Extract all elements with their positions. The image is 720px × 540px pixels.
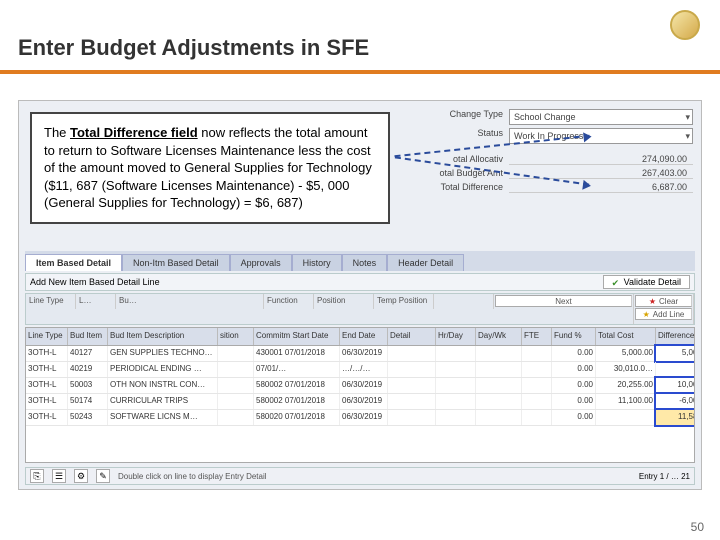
table-row[interactable]: 3OTH-L50243SOFTWARE LICNS M…580020 07/01…	[26, 410, 694, 426]
change-type-label: Change Type	[433, 109, 503, 125]
validate-detail-button[interactable]: Validate Detail	[603, 275, 690, 289]
filter-bu[interactable]: Bu…	[116, 294, 264, 309]
clear-button[interactable]: Clear	[635, 295, 692, 307]
filter-position[interactable]: Position	[314, 294, 374, 309]
tab-notes[interactable]: Notes	[342, 254, 388, 271]
tab-bar: Item Based Detail Non-Itm Based Detail A…	[25, 251, 695, 271]
add-icon	[643, 310, 650, 319]
title-divider	[0, 70, 720, 74]
add-new-line-label: Add New Item Based Detail Line	[30, 277, 599, 287]
table-row[interactable]: 3OTH-L40219PERIODICAL ENDING … 07/01/……/…	[26, 362, 694, 378]
tab-approvals[interactable]: Approvals	[230, 254, 292, 271]
status-bar: ⎘ ☰ ⚙ ✎ Double click on line to display …	[25, 467, 695, 485]
subheader-row: Add New Item Based Detail Line Validate …	[25, 273, 695, 291]
table-header: Line TypeBud ItemBud Item Descriptionsit…	[26, 328, 694, 346]
status-icon-2[interactable]: ☰	[52, 469, 66, 483]
chevron-down-icon: ▾	[685, 131, 690, 142]
org-logo-icon	[670, 10, 700, 40]
next-button[interactable]: Next	[495, 295, 632, 307]
total-alloc-value: 274,090.00	[509, 154, 693, 165]
table-row[interactable]: 3OTH-L50174CURRICULAR TRIPS580002 07/01/…	[26, 394, 694, 410]
filter-l[interactable]: L…	[76, 294, 116, 309]
table-row[interactable]: 3OTH-L50003OTH NON INSTRL CON…580002 07/…	[26, 378, 694, 394]
status-icon-3[interactable]: ⚙	[74, 469, 88, 483]
page-number: 50	[691, 520, 704, 534]
check-icon	[612, 278, 621, 287]
tab-item-based-detail[interactable]: Item Based Detail	[25, 254, 122, 271]
detail-table: Line TypeBud ItemBud Item Descriptionsit…	[25, 327, 695, 463]
total-diff-value: 6,687.00	[509, 182, 693, 193]
change-type-dropdown[interactable]: School Change▾	[509, 109, 693, 125]
filter-row: Line Type L… Bu… Function Position Temp …	[25, 293, 695, 325]
filter-line-type[interactable]: Line Type	[26, 294, 76, 309]
status-icon-1[interactable]: ⎘	[30, 469, 44, 483]
table-row[interactable]: 3OTH-L40127GEN SUPPLIES TECHNO…430001 07…	[26, 346, 694, 362]
add-line-button[interactable]: Add Line	[635, 308, 692, 320]
tab-header-detail[interactable]: Header Detail	[387, 254, 464, 271]
filter-temp-position[interactable]: Temp Position	[374, 294, 434, 309]
filter-function[interactable]: Function	[264, 294, 314, 309]
total-diff-label: Total Difference	[433, 182, 503, 193]
callout-total-difference: The Total Difference field now reflects …	[30, 112, 390, 224]
chevron-down-icon: ▾	[685, 112, 690, 123]
tab-history[interactable]: History	[292, 254, 342, 271]
page-title: Enter Budget Adjustments in SFE	[18, 35, 369, 61]
status-icon-4[interactable]: ✎	[96, 469, 110, 483]
status-entry: Entry 1 / … 21	[639, 472, 690, 481]
status-label: Status	[433, 128, 503, 144]
tab-non-item-based-detail[interactable]: Non-Itm Based Detail	[122, 254, 230, 271]
status-hint: Double click on line to display Entry De…	[118, 472, 631, 481]
clear-icon	[649, 297, 656, 306]
